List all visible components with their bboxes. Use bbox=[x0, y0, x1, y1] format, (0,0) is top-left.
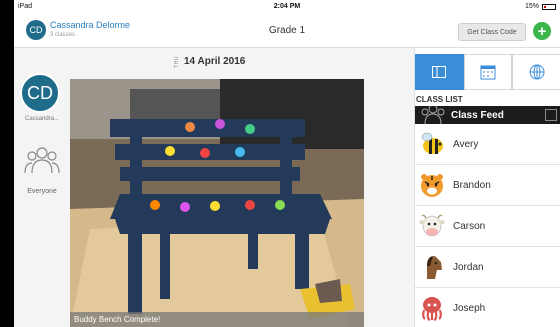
battery-percent: 15% bbox=[524, 3, 539, 10]
class-feed-label: Class Feed bbox=[451, 109, 504, 121]
rail-teacher-label: Cassandra... bbox=[24, 116, 60, 122]
student-name: Joseph bbox=[453, 302, 486, 314]
student-name: Jordan bbox=[453, 261, 484, 273]
tab-list-view[interactable] bbox=[415, 54, 464, 90]
student-row-joseph[interactable]: Joseph bbox=[415, 288, 560, 327]
app-header: CD Cassandra Delorme 3 classes Grade 1 G… bbox=[14, 14, 560, 48]
octopus-avatar-icon bbox=[422, 297, 442, 321]
status-time: 2:04 PM bbox=[273, 3, 301, 10]
select-box[interactable] bbox=[545, 109, 557, 121]
tab-calendar[interactable] bbox=[463, 54, 513, 90]
globe-icon bbox=[529, 64, 545, 80]
battery-icon bbox=[542, 3, 556, 10]
class-feed-item[interactable]: Class Feed bbox=[415, 106, 560, 124]
class-list-heading: CLASS LIST bbox=[416, 95, 463, 104]
everyone-label[interactable]: Everyone bbox=[14, 188, 70, 195]
tab-globe[interactable] bbox=[512, 54, 560, 90]
left-rail: CD Cassandra... Everyone bbox=[14, 48, 70, 327]
calendar-icon bbox=[480, 65, 496, 80]
student-name: Carson bbox=[453, 220, 486, 232]
post-caption: Buddy Bench Complete! bbox=[70, 312, 364, 327]
panel-tabs bbox=[415, 54, 560, 90]
post-date-row: THU 14 April 2016 bbox=[174, 56, 245, 68]
bench-photo-image bbox=[70, 79, 364, 327]
app-screen: iPad 2:04 PM 15% CD Cassandra Delorme 3 … bbox=[14, 0, 560, 327]
day-of-week: THU bbox=[174, 56, 180, 68]
bee-avatar-icon bbox=[421, 132, 443, 154]
rail-teacher-avatar[interactable]: CD bbox=[20, 73, 60, 113]
list-view-icon bbox=[432, 66, 447, 78]
class-list: Class Feed Avery Brandon Carson Jordan J… bbox=[415, 106, 560, 327]
post-date: 14 April 2016 bbox=[184, 56, 246, 68]
status-bar: iPad 2:04 PM 15% bbox=[14, 0, 560, 14]
post-photo[interactable] bbox=[70, 79, 364, 327]
student-row-carson[interactable]: Carson bbox=[415, 206, 560, 247]
status-right: 15% bbox=[525, 3, 556, 10]
class-panel: CLASS LIST Class Feed Avery Brandon Cars… bbox=[414, 48, 560, 327]
student-row-jordan[interactable]: Jordan bbox=[415, 247, 560, 288]
group-icon bbox=[421, 106, 445, 124]
student-row-brandon[interactable]: Brandon bbox=[415, 165, 560, 206]
cow-avatar-icon bbox=[419, 214, 445, 237]
horse-avatar-icon bbox=[427, 256, 442, 279]
student-name: Avery bbox=[453, 138, 479, 150]
student-row-avery[interactable]: Avery bbox=[415, 124, 560, 165]
add-button[interactable]: + bbox=[533, 22, 551, 40]
student-name: Brandon bbox=[453, 179, 491, 191]
tiger-avatar-icon bbox=[421, 174, 443, 197]
get-class-code-button[interactable]: Get Class Code bbox=[458, 23, 526, 41]
everyone-icon[interactable] bbox=[24, 145, 60, 175]
